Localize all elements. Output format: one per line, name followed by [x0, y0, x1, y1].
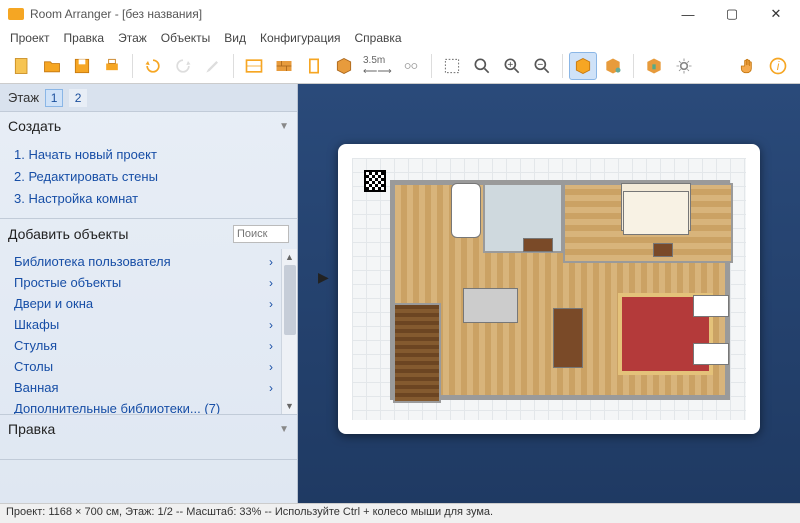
- cat-bathroom[interactable]: Ванная›: [14, 377, 281, 398]
- qr-icon: [364, 170, 386, 192]
- menubar: Проект Правка Этаж Объекты Вид Конфигура…: [0, 28, 800, 48]
- gear-button[interactable]: [670, 52, 698, 80]
- brick-button[interactable]: [270, 52, 298, 80]
- edit-heading[interactable]: Правка ▼: [0, 415, 297, 443]
- brush-button[interactable]: [199, 52, 227, 80]
- status-bar: Проект: 1168 × 700 см, Этаж: 1/2 -- Масш…: [0, 503, 800, 523]
- floor-plan[interactable]: [338, 144, 760, 434]
- svg-text:i: i: [777, 60, 780, 73]
- save-button[interactable]: [68, 52, 96, 80]
- window-title: Room Arranger - [без названия]: [30, 7, 666, 21]
- cat-cabinets[interactable]: Шкафы›: [14, 314, 281, 335]
- edit-section: Правка ▼: [0, 415, 297, 460]
- category-list: Библиотека пользователя› Простые объекты…: [0, 249, 281, 414]
- scroll-down-icon[interactable]: ▼: [282, 398, 297, 414]
- search-input[interactable]: [233, 225, 289, 243]
- close-button[interactable]: ✕: [754, 0, 798, 28]
- create-section: Создать ▼ 1. Начать новый проект 2. Реда…: [0, 112, 297, 219]
- menu-view[interactable]: Вид: [224, 31, 246, 45]
- cat-tables[interactable]: Столы›: [14, 356, 281, 377]
- cat-simple-objects[interactable]: Простые объекты›: [14, 272, 281, 293]
- add-objects-section: Добавить объекты Библиотека пользователя…: [0, 219, 297, 415]
- menu-floor[interactable]: Этаж: [118, 31, 147, 45]
- minimize-button[interactable]: —: [666, 0, 710, 28]
- floor-label: Этаж: [8, 90, 39, 105]
- select-area-button[interactable]: [438, 52, 466, 80]
- create-step-1[interactable]: 1. Начать новый проект: [14, 144, 287, 166]
- menu-help[interactable]: Справка: [355, 31, 402, 45]
- collapse-icon: ▼: [279, 121, 289, 132]
- floor-row: Этаж 1 2: [0, 84, 297, 112]
- open-button[interactable]: [38, 52, 66, 80]
- info-button[interactable]: i: [764, 52, 792, 80]
- app-icon: [8, 8, 24, 20]
- wall-button[interactable]: [240, 52, 268, 80]
- scroll-up-icon[interactable]: ▲: [282, 249, 297, 265]
- sidebar: Этаж 1 2 Создать ▼ 1. Начать новый проек…: [0, 84, 298, 503]
- create-heading[interactable]: Создать ▼: [0, 112, 297, 140]
- category-scrollbar[interactable]: ▲ ▼: [281, 249, 297, 414]
- canvas-area[interactable]: ▶: [298, 84, 800, 503]
- menu-project[interactable]: Проект: [10, 31, 50, 45]
- expand-handle-icon[interactable]: ▶: [318, 269, 329, 286]
- maximize-button[interactable]: ▢: [710, 0, 754, 28]
- floor-tab-1[interactable]: 1: [45, 89, 63, 107]
- cat-doors-windows[interactable]: Двери и окна›: [14, 293, 281, 314]
- link-button[interactable]: [397, 52, 425, 80]
- floor-tab-2[interactable]: 2: [69, 89, 87, 107]
- create-step-3[interactable]: 3. Настройка комнат: [14, 188, 287, 210]
- zoom-out-button[interactable]: [528, 52, 556, 80]
- titlebar: Room Arranger - [без названия] — ▢ ✕: [0, 0, 800, 28]
- menu-edit[interactable]: Правка: [64, 31, 105, 45]
- undo-button[interactable]: [139, 52, 167, 80]
- print-button[interactable]: [98, 52, 126, 80]
- create-step-2[interactable]: 2. Редактировать стены: [14, 166, 287, 188]
- measure-button[interactable]: 3.5m⟵⟶: [360, 53, 395, 79]
- hand-button[interactable]: [734, 52, 762, 80]
- toolbar: 3.5m⟵⟶ i: [0, 48, 800, 84]
- zoom-in-button[interactable]: [498, 52, 526, 80]
- collapse-icon: ▼: [279, 424, 289, 435]
- cat-chairs[interactable]: Стулья›: [14, 335, 281, 356]
- view3d-button[interactable]: [569, 52, 597, 80]
- menu-objects[interactable]: Объекты: [161, 31, 211, 45]
- views-button[interactable]: [599, 52, 627, 80]
- new-doc-button[interactable]: [8, 52, 36, 80]
- add-objects-heading: Добавить объекты: [0, 219, 297, 249]
- door-button[interactable]: [300, 52, 328, 80]
- cat-more-libraries[interactable]: Дополнительные библиотеки... (7): [14, 398, 281, 414]
- object3d-button[interactable]: [330, 52, 358, 80]
- redo-button[interactable]: [169, 52, 197, 80]
- walk-button[interactable]: [640, 52, 668, 80]
- scroll-thumb[interactable]: [284, 265, 296, 335]
- zoom-button[interactable]: [468, 52, 496, 80]
- menu-config[interactable]: Конфигурация: [260, 31, 341, 45]
- cat-user-library[interactable]: Библиотека пользователя›: [14, 251, 281, 272]
